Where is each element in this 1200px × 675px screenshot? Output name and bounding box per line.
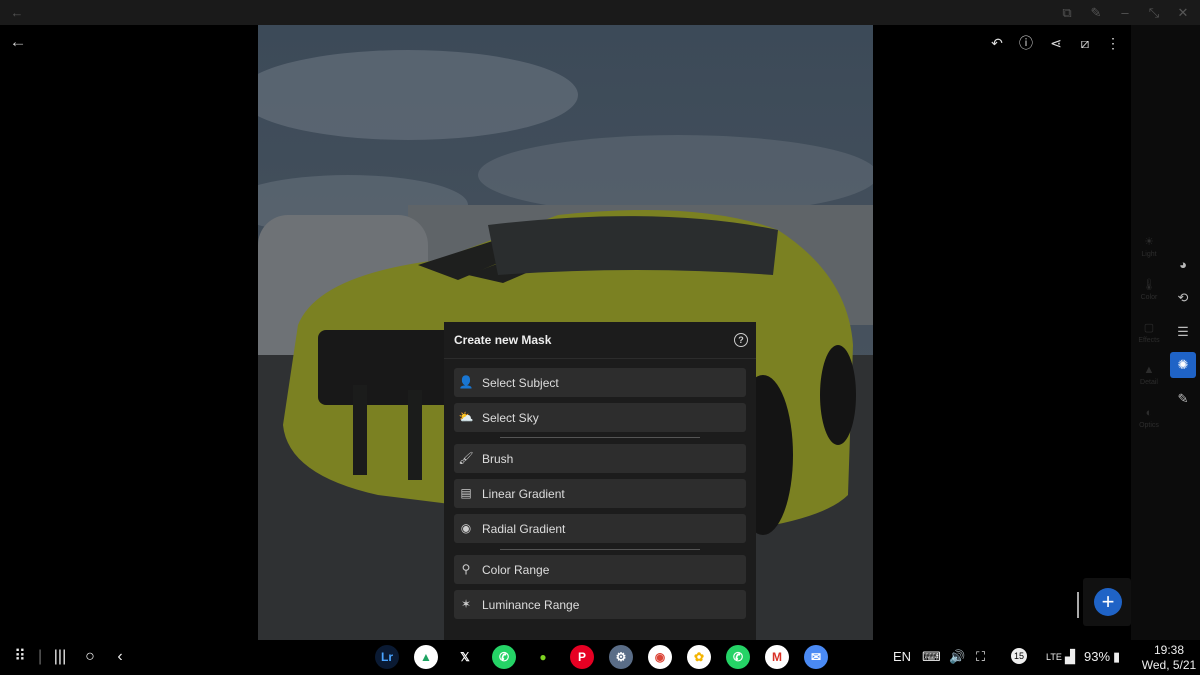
app-back-button[interactable]: ←	[8, 32, 28, 52]
linear-gradient-option[interactable]: ▤ Linear Gradient	[454, 479, 746, 508]
luminance-range-option[interactable]: ✶ Luminance Range	[454, 590, 746, 619]
create-mask-dialog: Create new Mask ? 👤 Select Subject ⛅ Sel…	[444, 322, 756, 640]
window-mode-icon[interactable]: ⧉	[1058, 4, 1076, 22]
detail-icon: ▲	[1143, 364, 1155, 376]
adjust-sliders-icon[interactable]: ☰	[1170, 319, 1196, 345]
language-indicator[interactable]: EN	[893, 648, 911, 666]
app-drawer-icon[interactable]: ⠿	[10, 647, 30, 667]
scroll-indicator	[1077, 592, 1079, 618]
group-divider	[500, 549, 700, 550]
screenshot-icon[interactable]: ⛶	[976, 648, 985, 666]
side-item-color[interactable]: 🌡 Color	[1131, 278, 1167, 316]
taskbar-app-chrome-icon[interactable]: ◉	[648, 645, 672, 669]
taskbar-app-gmail-icon[interactable]: M	[765, 645, 789, 669]
thermometer-icon: 🌡	[1142, 279, 1156, 291]
dialog-title: Create new Mask	[454, 333, 552, 347]
network-indicator: LTE	[1046, 652, 1062, 662]
add-mask-button[interactable]: +	[1094, 588, 1122, 616]
dialog-header: Create new Mask ?	[444, 322, 756, 359]
help-icon[interactable]: ?	[734, 333, 748, 347]
group-divider	[500, 437, 700, 438]
battery-percent: 93%	[1084, 649, 1111, 664]
side-item-light[interactable]: ☀ Light	[1131, 235, 1167, 273]
linear-gradient-icon: ▤	[460, 486, 472, 500]
pin-icon[interactable]: ✎	[1087, 4, 1105, 22]
battery-icon: ▮	[1113, 649, 1121, 664]
radial-gradient-icon: ◉	[460, 521, 472, 535]
taskbar-app-green-app-icon[interactable]: ●	[531, 645, 555, 669]
back-arrow-icon[interactable]: ←	[8, 4, 26, 22]
effects-icon: ▢	[1143, 322, 1155, 334]
taskbar-app-x-icon[interactable]: 𝕏	[453, 645, 477, 669]
taskbar-app-pinterest-icon[interactable]: P	[570, 645, 594, 669]
volume-icon[interactable]: 🔊	[949, 648, 965, 666]
radial-gradient-option[interactable]: ◉ Radial Gradient	[454, 514, 746, 543]
side-item-effects[interactable]: ▢ Effects	[1131, 321, 1167, 359]
close-icon[interactable]: ✕	[1174, 4, 1192, 22]
luminance-range-icon: ✶	[460, 597, 472, 611]
nav-back-icon[interactable]: ‹	[110, 647, 130, 667]
taskbar-app-whatsapp-business-icon[interactable]: ✆	[726, 645, 750, 669]
select-subject-option[interactable]: 👤 Select Subject	[454, 368, 746, 397]
person-icon: 👤	[458, 375, 474, 389]
color-range-icon: ⚲	[461, 562, 471, 576]
select-sky-option[interactable]: ⛅ Select Sky	[454, 403, 746, 432]
window-titlebar: ← ⧉ ✎ – ⤡ ✕	[0, 0, 1200, 25]
taskbar-app-lightroom-icon[interactable]: Lr	[375, 645, 399, 669]
taskbar-divider: |	[38, 648, 43, 665]
shrink-icon[interactable]: ⤡	[1145, 4, 1163, 22]
share-icon[interactable]: ⋖	[1046, 33, 1066, 53]
taskbar-app-google-drive-icon[interactable]: ▲	[414, 645, 438, 669]
signal-icon: ▟	[1065, 649, 1075, 664]
optics-icon: ◐	[1145, 407, 1153, 419]
minimize-icon[interactable]: –	[1116, 4, 1134, 22]
healing-icon[interactable]: ✎	[1170, 386, 1196, 412]
taskbar-app-whatsapp-icon[interactable]: ✆	[492, 645, 516, 669]
taskbar-app-messages-icon[interactable]: ✉	[804, 645, 828, 669]
notification-badge[interactable]: 15	[1011, 648, 1027, 664]
undo-icon[interactable]: ↶	[987, 33, 1007, 53]
taskbar-app-google-photos-icon[interactable]: ✿	[687, 645, 711, 669]
side-item-detail[interactable]: ▲ Detail	[1131, 364, 1167, 402]
clock[interactable]: 19:38 Wed, 5/21	[1138, 643, 1200, 673]
masking-icon[interactable]: ✺	[1170, 352, 1196, 378]
presets-icon[interactable]: ◕	[1170, 252, 1196, 278]
keyboard-icon[interactable]: ⌨	[922, 648, 941, 666]
light-icon: ☀	[1144, 236, 1154, 248]
taskbar-app-settings-icon[interactable]: ⚙	[609, 645, 633, 669]
crop-icon[interactable]: ⟲	[1170, 285, 1196, 311]
recents-icon[interactable]: |||	[50, 647, 70, 667]
home-icon[interactable]: ○	[80, 647, 100, 667]
side-item-optics[interactable]: ◐ Optics	[1131, 407, 1167, 445]
brush-icon: 🖌	[458, 451, 474, 465]
compare-icon[interactable]: ⧄	[1075, 33, 1095, 53]
clock-time: 19:38	[1153, 643, 1185, 657]
clock-date: Wed, 5/21	[1141, 658, 1197, 672]
help-circle-icon[interactable]: ⓘ	[1016, 33, 1036, 53]
brush-option[interactable]: 🖌 Brush	[454, 444, 746, 473]
sky-icon: ⛅	[458, 410, 474, 424]
color-range-option[interactable]: ⚲ Color Range	[454, 555, 746, 584]
more-options-icon[interactable]: ⋮	[1103, 33, 1123, 53]
